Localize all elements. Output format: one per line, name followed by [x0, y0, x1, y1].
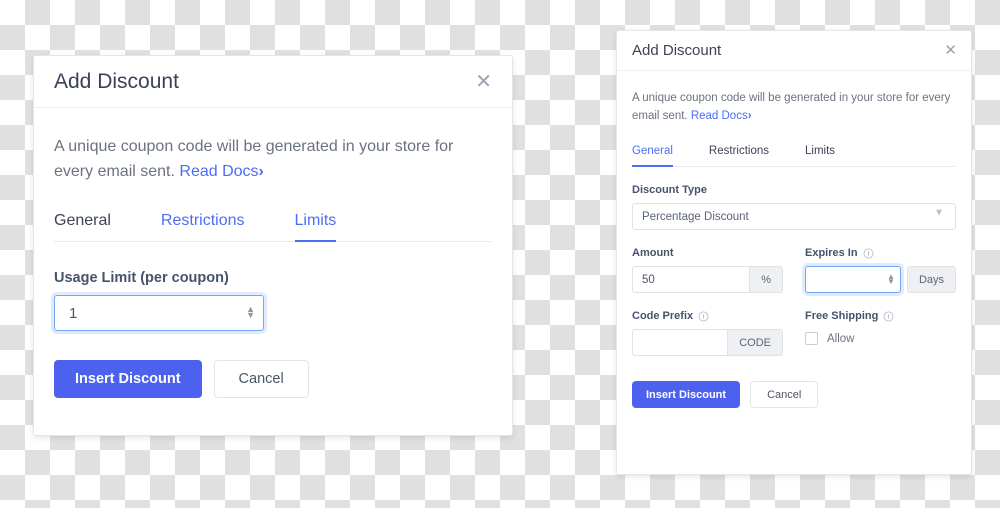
- expires-in-input[interactable]: ▲ ▼: [805, 266, 901, 293]
- intro-text: A unique coupon code will be generated i…: [632, 89, 956, 125]
- usage-limit-control: 1 ▲ ▼: [54, 295, 264, 331]
- allow-checkbox[interactable]: [805, 332, 818, 345]
- stepper-down-icon[interactable]: ▼: [887, 277, 895, 285]
- info-icon[interactable]: [698, 311, 709, 322]
- expires-in-label: Expires In: [805, 247, 956, 259]
- dialog-footer: Insert Discount Cancel: [54, 360, 492, 398]
- usage-limit-label: Usage Limit (per coupon): [54, 270, 229, 286]
- tab-bar: General Restrictions Limits: [54, 212, 492, 242]
- tab-limits[interactable]: Limits: [294, 212, 336, 242]
- tab-restrictions[interactable]: Restrictions: [161, 212, 245, 241]
- dialog-title: Add Discount: [54, 69, 179, 93]
- chevron-right-icon: ›: [747, 110, 752, 122]
- dialog-footer: Insert Discount Cancel: [632, 381, 956, 408]
- add-discount-dialog-general: Add Discount ✕ A unique coupon code will…: [616, 30, 972, 475]
- chevron-right-icon: ›: [258, 163, 264, 180]
- read-docs-link[interactable]: Read Docs›: [179, 163, 263, 180]
- tab-general[interactable]: General: [54, 212, 111, 241]
- info-icon[interactable]: [863, 248, 874, 259]
- code-prefix-control: CODE: [632, 329, 783, 356]
- amount-suffix-percent: %: [750, 266, 783, 293]
- cancel-button[interactable]: Cancel: [750, 381, 819, 408]
- free-shipping-label: Free Shipping: [805, 310, 956, 322]
- read-docs-label: Read Docs: [179, 163, 259, 180]
- free-shipping-checkbox-row[interactable]: Allow: [805, 332, 956, 345]
- discount-type-label: Discount Type: [632, 184, 707, 196]
- code-prefix-group: Code Prefix CODE: [632, 310, 783, 356]
- info-icon[interactable]: [883, 311, 894, 322]
- amount-input[interactable]: 50: [632, 266, 751, 293]
- code-prefix-label-text: Code Prefix: [632, 310, 694, 322]
- allow-label: Allow: [827, 332, 855, 345]
- code-prefix-shipping-row: Code Prefix CODE Free Shipping Allow: [632, 310, 956, 356]
- free-shipping-group: Free Shipping Allow: [805, 310, 956, 356]
- amount-group: Amount 50 %: [632, 247, 783, 293]
- usage-limit-stepper[interactable]: ▲ ▼: [246, 305, 255, 319]
- usage-limit-input[interactable]: 1 ▲ ▼: [54, 295, 264, 331]
- dialog-header: Add Discount ✕: [617, 31, 971, 71]
- add-discount-dialog-limits: Add Discount ✕ A unique coupon code will…: [33, 55, 513, 436]
- amount-value: 50: [642, 273, 655, 286]
- discount-type-select[interactable]: Percentage Discount: [632, 203, 956, 230]
- amount-control: 50 %: [632, 266, 783, 293]
- close-icon[interactable]: ✕: [944, 43, 957, 58]
- tab-restrictions[interactable]: Restrictions: [709, 145, 769, 166]
- read-docs-link[interactable]: Read Docs›: [691, 110, 752, 122]
- stepper-down-icon[interactable]: ▼: [246, 311, 255, 319]
- amount-label: Amount: [632, 247, 674, 259]
- dialog-body: A unique coupon code will be generated i…: [617, 71, 971, 408]
- tab-limits[interactable]: Limits: [805, 145, 835, 166]
- usage-limit-value: 1: [69, 304, 78, 322]
- insert-discount-button[interactable]: Insert Discount: [632, 381, 741, 408]
- discount-type-select-wrap: Percentage Discount ▼: [632, 196, 956, 230]
- expires-in-label-text: Expires In: [805, 247, 858, 259]
- expires-in-stepper[interactable]: ▲ ▼: [887, 272, 895, 285]
- code-prefix-input[interactable]: [632, 329, 729, 356]
- dialog-header: Add Discount ✕: [34, 56, 512, 108]
- amount-expires-row: Amount 50 % Expires In ▲ ▼ Days: [632, 247, 956, 293]
- tab-general[interactable]: General: [632, 145, 673, 167]
- tab-bar: General Restrictions Limits: [632, 145, 956, 167]
- free-shipping-label-text: Free Shipping: [805, 310, 879, 322]
- cancel-button[interactable]: Cancel: [213, 360, 309, 398]
- expires-in-control: ▲ ▼ Days: [805, 266, 956, 293]
- expires-in-suffix-days: Days: [906, 266, 956, 293]
- intro-sentence: A unique coupon code will be generated i…: [632, 92, 951, 122]
- expires-in-group: Expires In ▲ ▼ Days: [805, 247, 956, 293]
- close-icon[interactable]: ✕: [475, 72, 492, 92]
- dialog-title: Add Discount: [632, 42, 722, 59]
- intro-text: A unique coupon code will be generated i…: [54, 134, 492, 184]
- read-docs-label: Read Docs: [690, 110, 748, 122]
- insert-discount-button[interactable]: Insert Discount: [54, 360, 202, 398]
- dialog-body: A unique coupon code will be generated i…: [34, 108, 512, 398]
- discount-type-group: Discount Type Percentage Discount ▼: [632, 184, 956, 230]
- code-prefix-label: Code Prefix: [632, 310, 783, 322]
- code-prefix-suffix-code: CODE: [728, 329, 783, 356]
